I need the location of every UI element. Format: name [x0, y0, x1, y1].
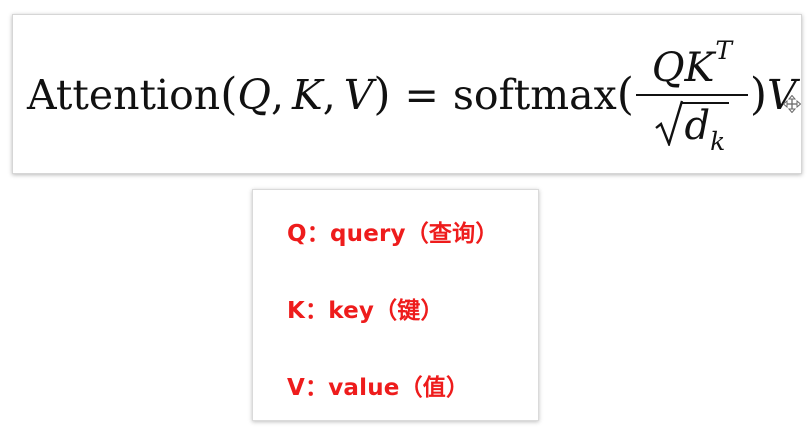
- softmax-open-paren: (: [616, 69, 634, 120]
- formula-softmax: softmax: [452, 70, 617, 119]
- attention-formula: Attention ( Q , K , V ) = softmax ( Q K …: [27, 15, 797, 175]
- formula-open-paren: (: [220, 69, 238, 120]
- formula-arg-k: K: [292, 70, 323, 119]
- legend-key: K：key（键）: [287, 298, 444, 324]
- formula-equals: =: [404, 70, 439, 119]
- fraction: Q K T d k: [635, 38, 748, 154]
- softmax-close-paren: ): [749, 69, 768, 120]
- fraction-denominator: d k: [654, 96, 730, 154]
- formula-close-paren: ): [373, 69, 391, 120]
- legend-query: Q：query（查询）: [287, 221, 499, 247]
- legend-value: V：value（值）: [287, 375, 470, 401]
- sqrt-radicand: d k: [682, 102, 730, 154]
- square-root-icon: [655, 100, 684, 146]
- formula-comma-2: ,: [322, 70, 336, 119]
- numerator-k: K: [684, 45, 715, 91]
- denominator-subscript: k: [710, 127, 726, 156]
- legend-card: Q：query（查询） K：key（键） V：value（值）: [252, 189, 539, 421]
- formula-function-name: Attention: [27, 70, 221, 119]
- formula-arg-v: V: [343, 70, 374, 119]
- denominator-d: d: [684, 103, 711, 149]
- fraction-numerator: Q K T: [648, 38, 736, 94]
- move-cursor-icon: [783, 95, 801, 113]
- numerator-transpose: T: [715, 36, 733, 65]
- numerator-q: Q: [651, 45, 685, 91]
- formula-arg-q: Q: [237, 70, 271, 119]
- formula-comma-1: ,: [271, 70, 285, 119]
- formula-card: Attention ( Q , K , V ) = softmax ( Q K …: [12, 14, 802, 174]
